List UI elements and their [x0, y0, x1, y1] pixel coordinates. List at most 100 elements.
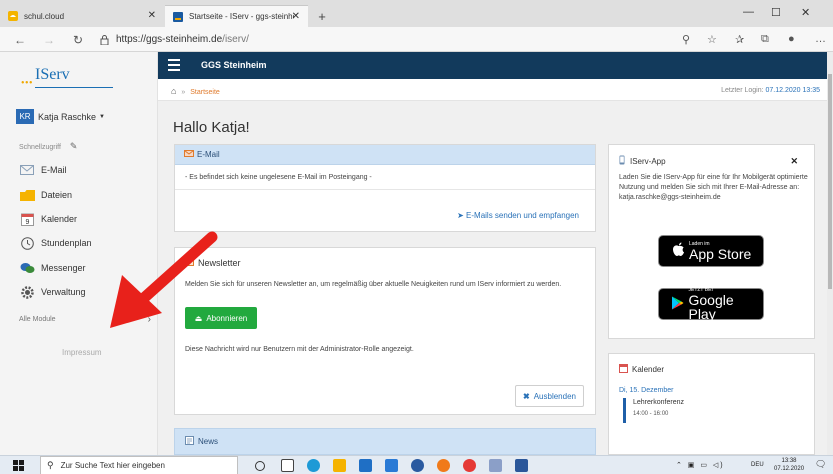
chevron-right-icon: ›: [147, 314, 151, 325]
folder-icon: [19, 188, 35, 202]
mail-icon[interactable]: [385, 459, 398, 472]
sidebar-item-files[interactable]: Dateien: [19, 188, 72, 202]
app-icon[interactable]: [489, 459, 502, 472]
sidebar-item-email[interactable]: E-Mail: [19, 163, 67, 177]
favorites-bar-icon[interactable]: ✰: [735, 33, 744, 46]
url-path: /iserv/: [222, 34, 249, 45]
imprint-link[interactable]: Impressum: [62, 348, 102, 357]
iserv-app-panel: IServ-App ✕ Laden Sie die IServ-App für …: [608, 144, 815, 339]
newsletter-title: Newsletter: [185, 257, 241, 268]
calendar-title-label: Kalender: [632, 365, 665, 374]
profile-icon[interactable]: ●: [788, 33, 795, 45]
top-navigation-bar: GGS Steinheim: [158, 52, 833, 79]
all-modules-label: Alle Module: [19, 316, 56, 323]
close-tab-icon[interactable]: ✕: [148, 10, 156, 21]
sidebar-item-calendar[interactable]: 9 Kalender: [19, 212, 77, 226]
user-menu[interactable]: KR Katja Raschke ▼: [16, 109, 105, 124]
svg-text:9: 9: [25, 219, 29, 226]
newsletter-title-label: Newsletter: [198, 257, 241, 268]
hide-button[interactable]: ✖ Ausblenden: [515, 385, 584, 407]
close-window-icon[interactable]: ✕: [801, 6, 810, 19]
all-modules-toggle[interactable]: Alle Module ›: [19, 314, 151, 325]
system-tray-icons[interactable]: ⌃ ▣ ▭ ◁): [676, 461, 725, 469]
caret-down-icon: ▼: [99, 113, 105, 120]
edge-icon[interactable]: [307, 459, 320, 472]
news-icon: [185, 436, 194, 447]
close-icon[interactable]: ✕: [790, 156, 798, 167]
new-tab-button[interactable]: +: [312, 5, 332, 27]
sidebar-item-timetable[interactable]: Stundenplan: [19, 236, 92, 250]
last-login-value: 07.12.2020 13:35: [765, 87, 821, 94]
zoom-icon[interactable]: ⚲: [682, 33, 690, 46]
tab-iserv-startseite[interactable]: Startseite - IServ - ggs-steinheim ✕: [165, 5, 308, 27]
system-clock[interactable]: 13:38 07.12.2020: [774, 457, 804, 473]
iserv-app-description: Laden Sie die IServ-App für eine für Ihr…: [619, 174, 808, 201]
maximize-icon[interactable]: ☐: [771, 6, 781, 19]
url-host: https://ggs-steinheim.de: [116, 34, 223, 45]
mobile-phone-icon: [619, 155, 625, 167]
sidebar-item-administration[interactable]: Verwaltung: [19, 285, 86, 299]
tab-schul-cloud[interactable]: schul.cloud ✕: [0, 5, 164, 27]
school-name: GGS Steinheim: [201, 60, 267, 70]
iserv-app-title-label: IServ-App: [630, 156, 666, 166]
cortana-icon[interactable]: [255, 461, 265, 471]
email-panel: E-Mail - Es befindet sich keine ungelese…: [174, 144, 596, 232]
task-view-icon[interactable]: [281, 459, 294, 472]
word-icon[interactable]: [515, 459, 528, 472]
tab-label: schul.cloud: [24, 11, 65, 21]
page-title: Hallo Katja!: [173, 119, 250, 136]
taskbar-search-box[interactable]: ⚲ Zur Suche Text hier eingeben: [40, 456, 238, 474]
close-tab-icon[interactable]: ✕: [292, 11, 300, 22]
news-title: News: [198, 437, 219, 446]
forward-icon[interactable]: →: [43, 33, 55, 47]
subscribe-icon: ⏏: [194, 313, 203, 323]
sidebar-item-messenger[interactable]: Messenger: [19, 261, 86, 275]
breadcrumb-current[interactable]: Startseite: [190, 89, 220, 96]
news-panel-header[interactable]: News: [174, 428, 596, 455]
collections-icon[interactable]: ⧉: [761, 33, 769, 46]
newsletter-description: Melden Sie sich für unseren Newsletter a…: [185, 281, 562, 288]
more-menu-icon[interactable]: …: [815, 33, 826, 45]
scrollbar-thumb[interactable]: [828, 74, 832, 289]
store-icon[interactable]: [359, 459, 372, 472]
home-icon[interactable]: ⌂: [171, 86, 176, 96]
app-icon[interactable]: [411, 459, 424, 472]
close-icon: ✖: [523, 391, 530, 401]
apple-icon: [667, 242, 689, 260]
logo-text: IServ: [35, 66, 70, 83]
last-login: Letzter Login: 07.12.2020 13:35: [721, 87, 820, 94]
clock-date: 07.12.2020: [774, 466, 805, 472]
calendar-event-title[interactable]: Lehrerkonferenz: [633, 399, 684, 406]
sidebar-item-label: E-Mail: [41, 165, 67, 175]
google-play-badge[interactable]: JETZT BEI Google Play: [658, 287, 764, 322]
taskbar-search-placeholder: Zur Suche Text hier eingeben: [60, 461, 165, 470]
language-indicator[interactable]: DEU: [751, 462, 764, 468]
email-send-receive-link[interactable]: ➤ E-Mails senden und empfangen: [457, 211, 579, 220]
logo-dots: • • •: [21, 78, 32, 89]
notification-center-icon[interactable]: 🗨: [815, 459, 826, 470]
app-store-badge[interactable]: Laden im App Store: [658, 235, 764, 267]
back-icon[interactable]: ←: [14, 33, 26, 47]
pencil-icon[interactable]: ✎: [70, 141, 78, 151]
subscribe-label: Abonnieren: [206, 313, 248, 323]
google-play-label: Google Play: [688, 292, 734, 322]
subscribe-button[interactable]: ⏏ Abonnieren: [185, 307, 257, 329]
refresh-icon[interactable]: ↻: [73, 33, 83, 47]
windows-taskbar: ⚲ Zur Suche Text hier eingeben ⌃ ▣ ▭ ◁) …: [0, 455, 833, 474]
schul-cloud-favicon-icon: [8, 11, 18, 21]
user-name: Katja Raschke: [38, 111, 97, 122]
file-explorer-icon[interactable]: [333, 459, 346, 472]
hamburger-menu-icon[interactable]: [168, 59, 180, 74]
chrome-icon[interactable]: [463, 459, 476, 472]
email-panel-header[interactable]: E-Mail: [175, 145, 595, 165]
minimize-icon[interactable]: —: [743, 6, 754, 18]
iserv-logo[interactable]: • • • IServ: [21, 66, 113, 89]
calendar-date[interactable]: Di, 15. Dezember: [619, 387, 673, 394]
quick-access-label: Schnellzugriff: [19, 144, 61, 151]
favorite-star-icon[interactable]: ☆: [707, 33, 717, 46]
firefox-icon[interactable]: [437, 459, 450, 472]
lock-icon: [100, 35, 109, 45]
windows-start-icon[interactable]: [13, 460, 24, 471]
url-field[interactable]: https://ggs-steinheim.de/iserv/: [116, 34, 249, 45]
page-scrollbar[interactable]: [827, 52, 833, 455]
